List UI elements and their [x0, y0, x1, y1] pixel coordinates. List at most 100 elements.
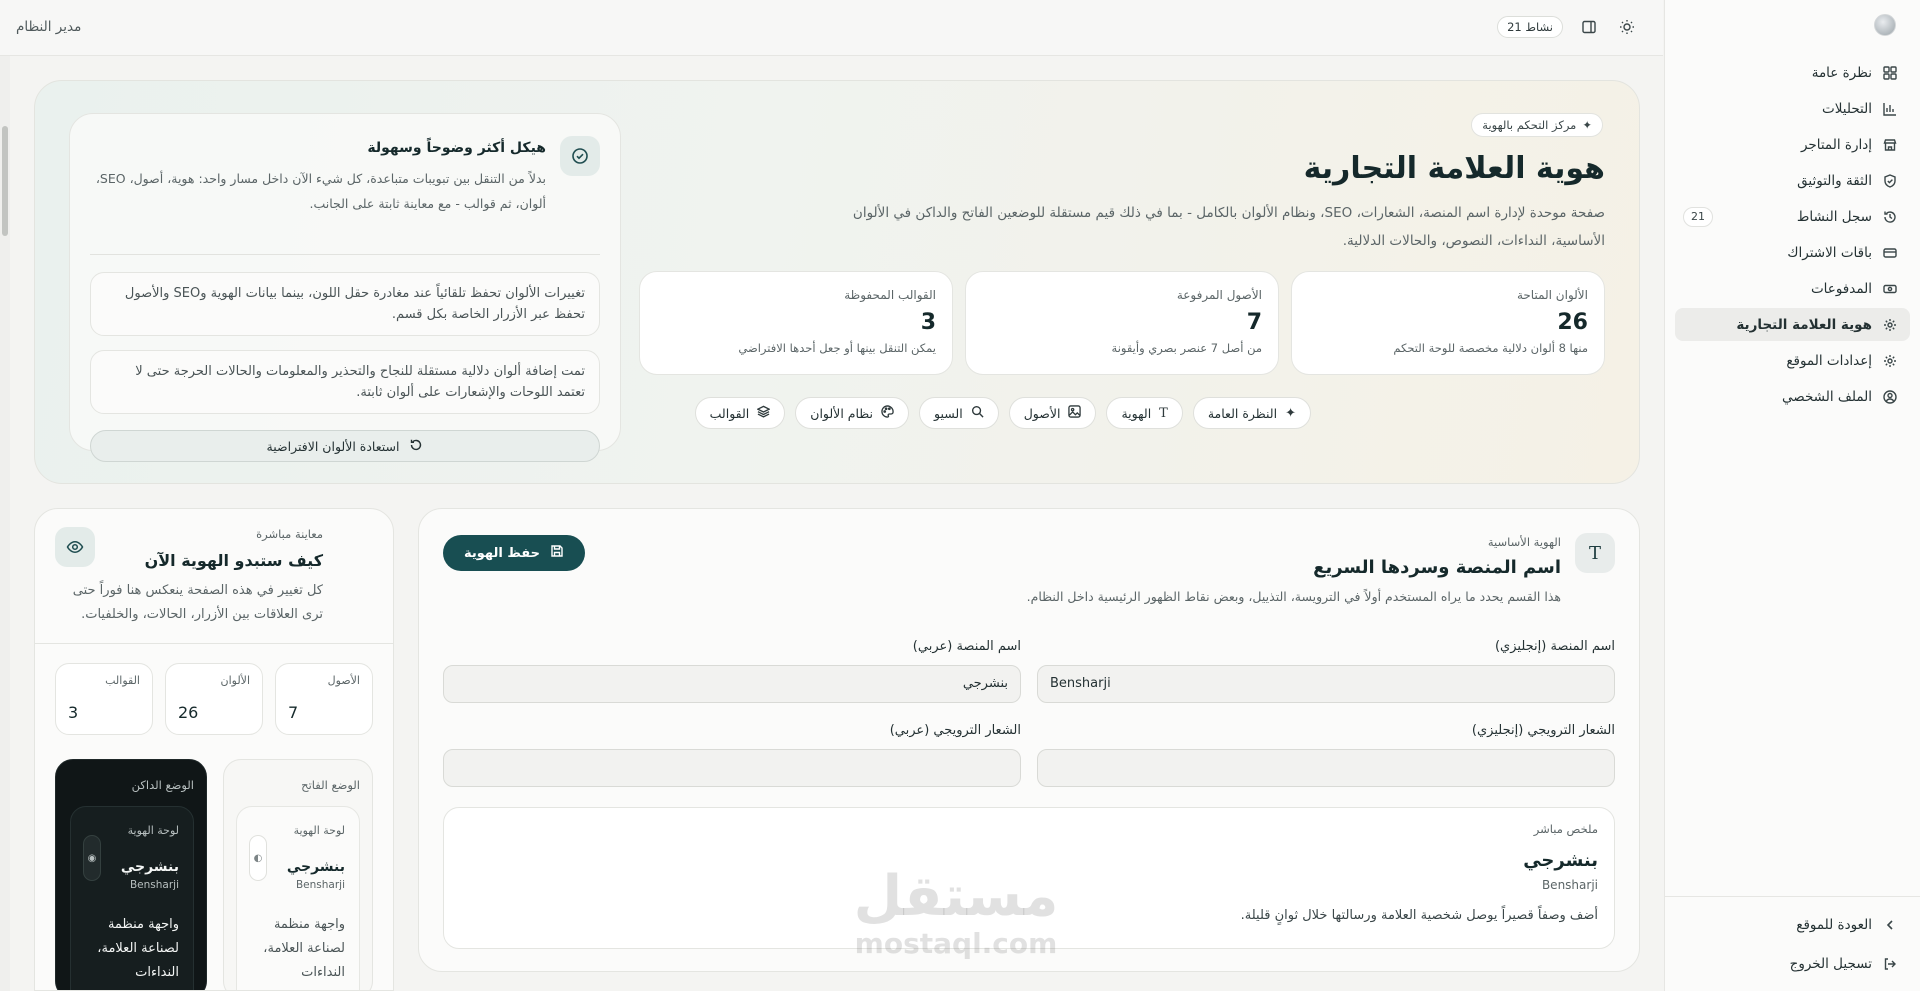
- preview-brand-name: بنشرجي: [120, 859, 179, 875]
- stat-sub: من أصل 7 عنصر بصري وأيقونة: [1111, 341, 1262, 355]
- panel-label: لوحة الهوية: [127, 824, 179, 837]
- tab-label: الهوية: [1121, 405, 1152, 421]
- tagline-en-label: الشعار الترويجي (إنجليزي): [1471, 723, 1615, 738]
- sidebar-item-label: سجل النشاط: [1796, 208, 1872, 225]
- chevron-left-icon: [1882, 917, 1898, 933]
- tab-identity[interactable]: T الهوية: [1106, 397, 1183, 429]
- section-title: اسم المنصة وسردها السريع: [1313, 557, 1561, 578]
- mini-stat-label: القوالب: [105, 674, 140, 687]
- reset-colors-button[interactable]: استعادة الألوان الافتراضية: [90, 430, 600, 462]
- panel-icon: [1582, 20, 1596, 34]
- sidebar-item-label: هوية العلامة التجارية: [1736, 316, 1872, 333]
- sidebar-item-brand-identity[interactable]: هوية العلامة التجارية: [1675, 308, 1910, 341]
- hero-section: ✦ مركز التحكم بالهوية هوية العلامة التجا…: [34, 80, 1640, 484]
- panel-label: لوحة الهوية: [293, 824, 345, 837]
- activity-pill[interactable]: نشاط 21: [1497, 16, 1563, 38]
- store-icon: [1882, 137, 1898, 153]
- sidebar-item-stores[interactable]: إدارة المتاجر: [1675, 128, 1910, 161]
- stat-sub: منها 8 ألوان دلالية مخصصة للوحة التحكم: [1393, 341, 1588, 355]
- stat-card-templates: القوالب المحفوظة 3 يمكن التنقل بينها أو …: [639, 271, 953, 375]
- tab-overview[interactable]: ✦ النظرة العامة: [1192, 397, 1311, 429]
- scrollbar[interactable]: [0, 56, 10, 991]
- stat-label: الألوان المتاحة: [1516, 288, 1588, 302]
- sidebar-item-subscriptions[interactable]: باقات الاشتراك: [1675, 236, 1910, 269]
- name-ar-label: اسم المنصة (عربي): [912, 639, 1021, 654]
- sidebar-item-trust[interactable]: الثقة والتوثيق: [1675, 164, 1910, 197]
- user-circle-icon: [1882, 389, 1898, 405]
- name-en-label: اسم المنصة (إنجليزي): [1494, 639, 1615, 654]
- summary-eyebrow: ملخص مباشر: [1533, 822, 1598, 836]
- stat-card-colors: الألوان المتاحة 26 منها 8 ألوان دلالية م…: [1291, 271, 1605, 375]
- tab-label: نظام الألوان: [810, 405, 874, 421]
- save-identity-label: حفظ الهوية: [464, 545, 541, 561]
- panel-text: بدلاً من التنقل بين تبويبات متباعدة، كل …: [95, 171, 546, 211]
- logo-badge-icon: ◉: [83, 835, 101, 881]
- check-circle-icon: [560, 136, 600, 176]
- light-mode-preview: الوضع الفاتح لوحة الهوية ◐ بنشرجي Bensha…: [223, 759, 373, 990]
- sidebar-item-overview[interactable]: نظرة عامة: [1675, 56, 1910, 89]
- summary-description: أضف وصفاً قصيراً يوصل شخصية العلامة ورسا…: [1240, 908, 1598, 923]
- layers-icon: [756, 405, 771, 422]
- tagline-ar-label: الشعار الترويجي (عربي): [889, 723, 1021, 738]
- sidebar-toggle-button[interactable]: [1577, 15, 1601, 39]
- identity-form-card: T الهوية الأساسية اسم المنصة وسردها السر…: [418, 508, 1640, 972]
- page-description: صفحة موحدة لإدارة اسم المنصة، الشعارات، …: [852, 205, 1605, 249]
- avatar[interactable]: [1874, 14, 1896, 36]
- logout-button[interactable]: تسجيل الخروج: [1675, 946, 1910, 982]
- sidebar-item-label: الملف الشخصي: [1782, 388, 1872, 405]
- topbar-actions: نشاط 21: [1497, 15, 1639, 39]
- stat-sub: يمكن التنقل بينها أو جعل أحدها الافتراضي: [738, 341, 936, 355]
- mini-stat-label: الأصول: [327, 674, 360, 687]
- cash-icon: [1882, 281, 1898, 297]
- mini-stat-value: 26: [178, 703, 199, 722]
- summary-brand-en: Bensharji: [1541, 878, 1598, 892]
- sparkles-icon: ✦: [1582, 118, 1592, 132]
- sidebar-nav: نظرة عامة التحليلات إدارة المتاجر الثقة …: [1675, 56, 1910, 416]
- sidebar-item-analytics[interactable]: التحليلات: [1675, 92, 1910, 125]
- tab-templates[interactable]: القوالب: [694, 397, 786, 429]
- tab-assets[interactable]: الأصول: [1008, 397, 1097, 429]
- theme-toggle-button[interactable]: [1615, 15, 1639, 39]
- sidebar-item-payments[interactable]: المدفوعات: [1675, 272, 1910, 305]
- tagline-ar-input[interactable]: [443, 749, 1021, 787]
- divider: [90, 254, 600, 255]
- reset-colors-label: استعادة الألوان الافتراضية: [266, 438, 400, 454]
- back-to-site-link[interactable]: العودة للموقع: [1675, 907, 1910, 943]
- mini-stat-templates: القوالب 3: [55, 663, 153, 735]
- user-role-label: مدير النظام: [16, 19, 82, 35]
- mini-stat-colors: الألوان 26: [165, 663, 263, 735]
- eye-icon: [55, 527, 95, 567]
- sidebar-item-profile[interactable]: الملف الشخصي: [1675, 380, 1910, 413]
- sidebar-item-label: نظرة عامة: [1811, 64, 1872, 81]
- mini-stats-row: الأصول 7 الألوان 26 القوالب 3: [55, 663, 373, 735]
- tab-color-system[interactable]: نظام الألوان: [795, 397, 910, 429]
- tagline-en-input[interactable]: [1037, 749, 1615, 787]
- platform-name-en-input[interactable]: Bensharji: [1037, 665, 1615, 703]
- save-icon: [550, 544, 564, 562]
- panel-note: تمت إضافة ألوان دلالية مستقلة للنجاح وال…: [90, 350, 600, 414]
- type-icon: T: [1159, 405, 1168, 421]
- mini-stat-value: 7: [288, 703, 299, 722]
- live-summary-box: ملخص مباشر بنشرجي Bensharji أضف وصفاً قص…: [443, 807, 1615, 949]
- tab-seo[interactable]: السيو: [919, 397, 999, 429]
- history-icon: [1882, 209, 1898, 225]
- platform-name-ar-input[interactable]: بنشرجي: [443, 665, 1021, 703]
- sidebar-item-activity-log[interactable]: سجل النشاط 21: [1675, 200, 1910, 233]
- panel-note: تغييرات الألوان تحفظ تلقائياً عند مغادرة…: [90, 272, 600, 336]
- palette-icon: [881, 404, 894, 422]
- logo-badge-icon: ◐: [249, 835, 267, 881]
- shield-icon: [1882, 173, 1898, 189]
- section-eyebrow: الهوية الأساسية: [1487, 535, 1561, 549]
- save-identity-button[interactable]: حفظ الهوية: [443, 535, 585, 571]
- topbar: نشاط 21 مدير النظام: [0, 0, 1663, 56]
- tab-label: القوالب: [709, 405, 750, 421]
- scrollbar-thumb[interactable]: [2, 126, 8, 236]
- page-title: هوية العلامة التجارية: [1303, 151, 1605, 186]
- mini-stat-assets: الأصول 7: [275, 663, 373, 735]
- sidebar-item-site-settings[interactable]: إعدادات الموقع: [1675, 344, 1910, 377]
- preview-title: كيف ستبدو الهوية الآن: [144, 551, 323, 570]
- stat-label: الأصول المرفوعة: [1176, 288, 1262, 302]
- logout-label: تسجيل الخروج: [1789, 956, 1872, 972]
- live-preview-card: معاينة مباشرة كيف ستبدو الهوية الآن كل ت…: [34, 508, 394, 991]
- preview-description: كل تغيير في هذه الصفحة ينعكس هنا فوراً ح…: [72, 583, 323, 622]
